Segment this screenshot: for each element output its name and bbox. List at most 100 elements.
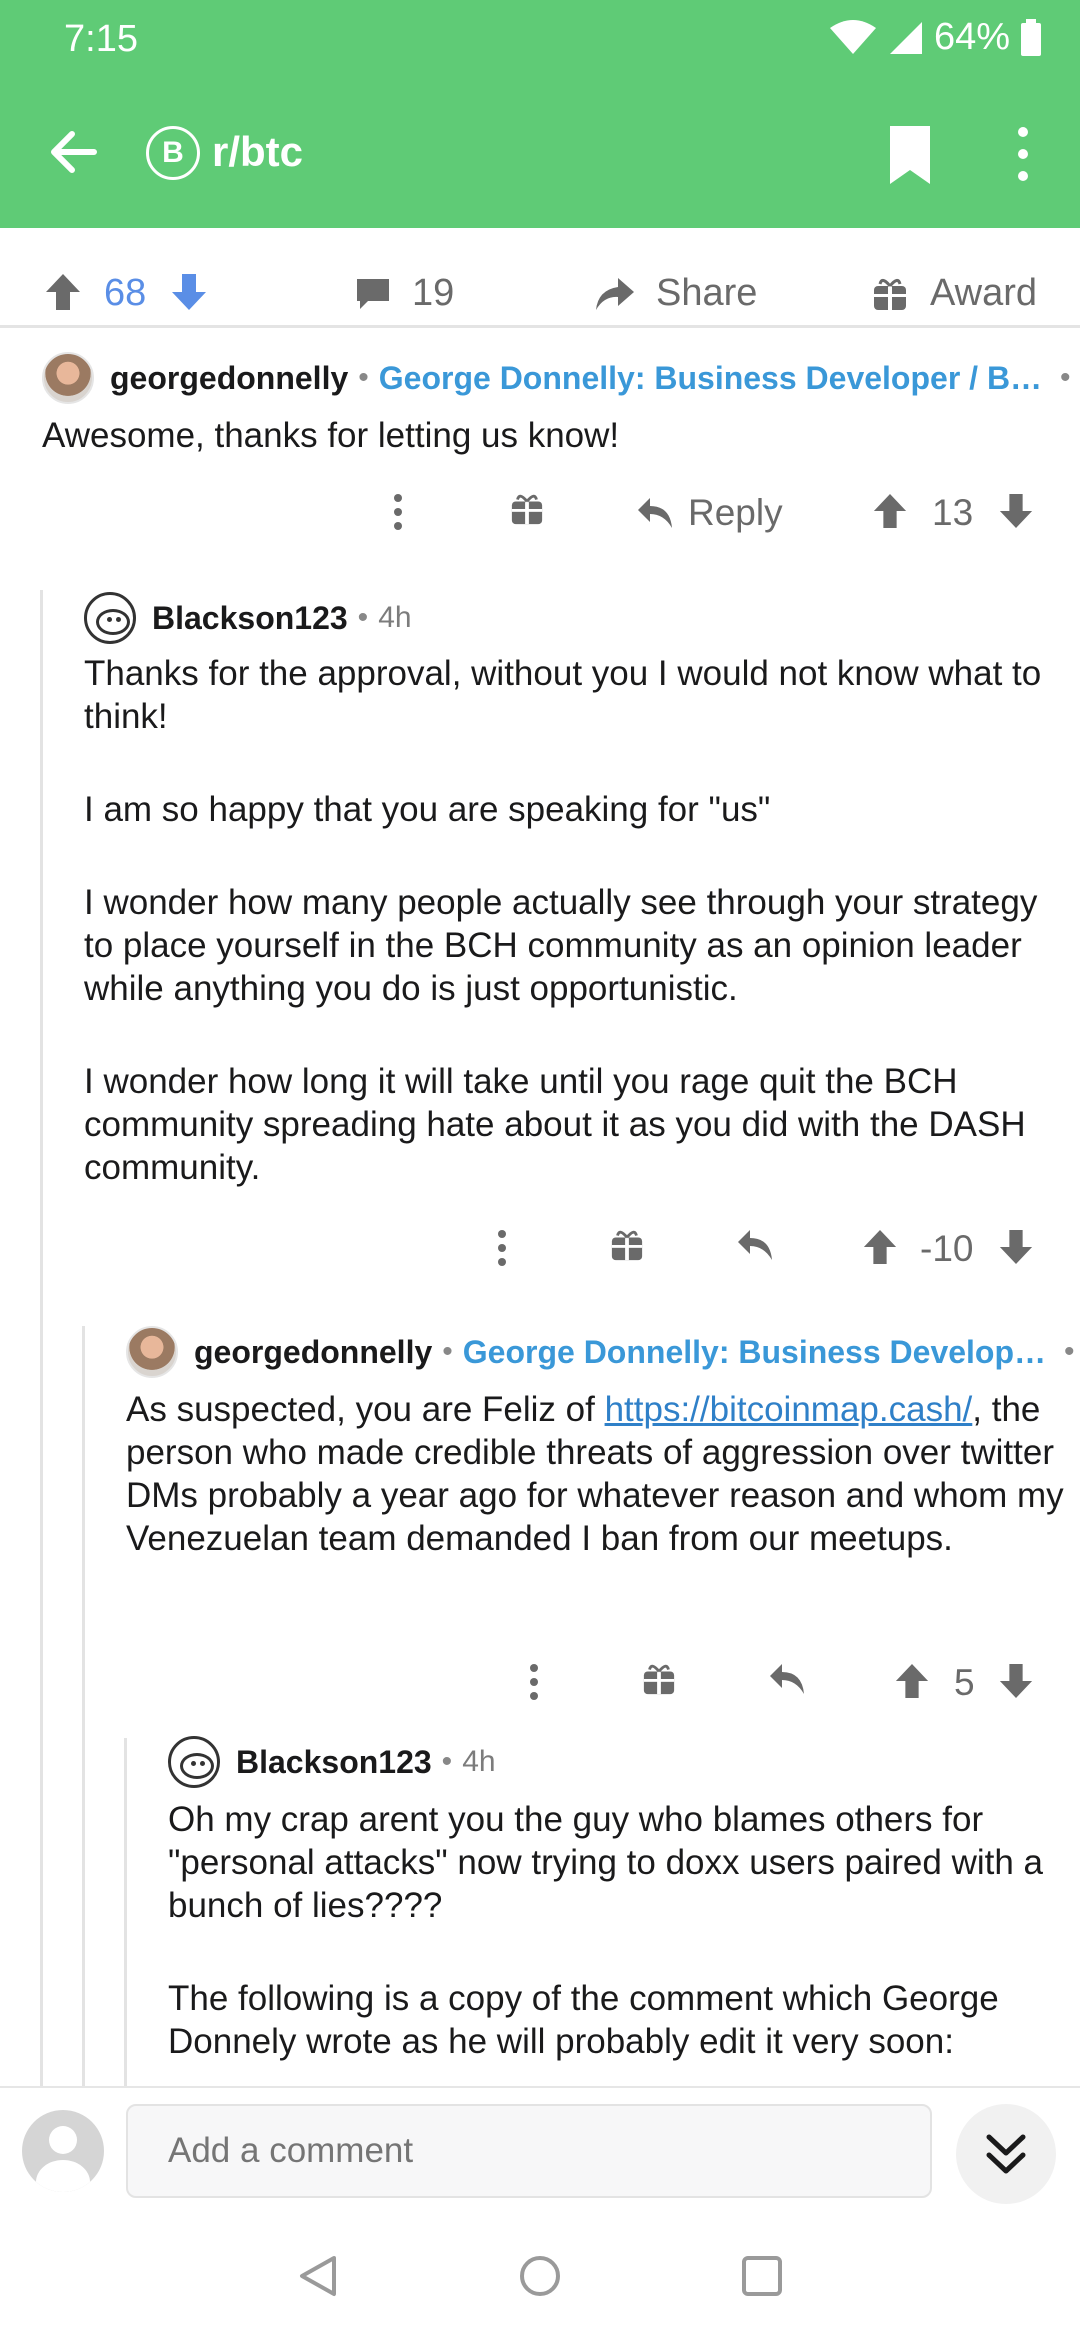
bookmark-icon[interactable] (886, 124, 934, 186)
reply-button[interactable]: Reply (636, 492, 783, 534)
comment-body: Oh my crap arent you the guy who blames … (168, 1798, 1068, 2086)
comment-paragraph: Thanks for the approval, without you I w… (84, 654, 1042, 736)
comment-author[interactable]: georgedonnelly (194, 1334, 432, 1371)
double-chevron-down-icon (986, 2134, 1026, 2174)
comment-upvote-button[interactable] (894, 1662, 930, 1700)
downvote-arrow-icon (172, 274, 206, 310)
comment-award-button[interactable] (642, 1662, 676, 1696)
comment-downvote-button[interactable] (998, 492, 1034, 530)
upvote-arrow-icon (46, 274, 80, 310)
post-score: 68 (104, 272, 147, 314)
current-user-avatar[interactable] (22, 2110, 104, 2192)
subreddit-name[interactable]: r/btc (212, 128, 303, 176)
comment-paragraph: Awesome, thanks for letting us know! (42, 416, 620, 455)
reply-arrow-icon (770, 1664, 804, 1694)
collapse-thread-button[interactable] (956, 2104, 1056, 2204)
downvote-button[interactable] (170, 272, 208, 312)
reply-button[interactable] (768, 1662, 806, 1696)
comment-actions: 5 (0, 1662, 1080, 1718)
comment: Blackson123 • 4h Oh my crap arent you th… (0, 1736, 1080, 2086)
award-label: Award (930, 272, 1038, 314)
more-options-icon (498, 1230, 506, 1266)
subreddit-icon[interactable]: B (146, 126, 200, 180)
downvote-arrow-icon (999, 1663, 1033, 1699)
comment-body: As suspected, you are Feliz of https://b… (126, 1388, 1066, 1610)
gift-icon (643, 1664, 675, 1695)
comment-paragraph: Oh my crap arent you the guy who blames … (168, 1800, 1043, 1925)
battery-percent: 64% (933, 16, 1010, 58)
separator-dot: • (1064, 1335, 1075, 1368)
avatar[interactable] (42, 352, 94, 404)
comment-actions: -10 (0, 1228, 1080, 1284)
comment-paragraph: I wonder how long it will take until you… (84, 1062, 1026, 1187)
comment-more-button[interactable] (528, 1662, 540, 1702)
user-flair: George Donnelly: Business Develop… (462, 1333, 1047, 1370)
share-button[interactable]: Share (594, 272, 757, 315)
comments-count: 19 (412, 272, 455, 314)
comment-downvote-button[interactable] (998, 1228, 1034, 1266)
share-arrow-icon (596, 277, 634, 310)
battery-icon (1021, 18, 1041, 56)
reply-arrow-icon (738, 1230, 772, 1260)
comment-author[interactable]: Blackson123 (152, 600, 348, 637)
comment-downvote-button[interactable] (998, 1662, 1034, 1700)
comment-body: Thanks for the approval, without you I w… (84, 652, 1064, 1239)
comment-score: 5 (954, 1662, 975, 1703)
comment-paragraph: The following is a copy of the comment w… (168, 1979, 999, 2061)
comment-upvote-button[interactable] (872, 492, 908, 530)
comment-more-button[interactable] (496, 1228, 508, 1268)
comment-header: georgedonnelly • George Donnelly: Busine… (42, 352, 1080, 404)
comment-age: 4h (462, 1745, 496, 1778)
comment-author[interactable]: georgedonnelly (110, 360, 348, 397)
share-label: Share (656, 272, 758, 314)
upvote-arrow-icon (873, 493, 907, 529)
separator-dot: • (441, 1745, 453, 1778)
avatar[interactable] (126, 1326, 178, 1378)
comment-score: -10 (920, 1228, 974, 1269)
nav-home-icon[interactable] (518, 2254, 562, 2298)
comment-author[interactable]: Blackson123 (236, 1744, 432, 1781)
wifi-icon (829, 19, 876, 54)
nav-recents-icon[interactable] (740, 2254, 784, 2298)
comment-link[interactable]: https://bitcoinmap.cash/ (605, 1390, 973, 1429)
upvote-button[interactable] (44, 272, 82, 312)
downvote-arrow-icon (999, 493, 1033, 529)
comment-more-button[interactable] (392, 492, 404, 532)
comment-bubble-icon (357, 278, 389, 309)
status-time: 7:15 (64, 18, 138, 60)
award-button[interactable]: Award (872, 272, 1037, 315)
reply-label: Reply (688, 492, 783, 533)
gift-icon (874, 278, 906, 310)
comment-upvote-button[interactable] (862, 1228, 898, 1266)
cell-signal-icon (889, 21, 922, 54)
comment-text: As suspected, you are Feliz of (126, 1390, 605, 1429)
separator-dot: • (1060, 361, 1071, 394)
comments-count-button[interactable]: 19 (354, 272, 454, 315)
more-options-icon (394, 494, 402, 530)
avatar[interactable] (168, 1736, 220, 1788)
add-comment-input[interactable] (126, 2104, 932, 2198)
avatar[interactable] (84, 592, 136, 644)
more-options-icon (530, 1664, 538, 1700)
nav-back-icon[interactable] (296, 2254, 340, 2298)
reply-arrow-icon (638, 498, 672, 528)
comment-header: georgedonnelly • George Donnelly: Busine… (126, 1326, 1080, 1378)
comment-actions: Reply 13 (0, 492, 1080, 548)
comment-composer (0, 2086, 1080, 2212)
gift-icon (611, 1230, 643, 1261)
reply-button[interactable] (736, 1228, 774, 1262)
comment-paragraph: I wonder how many people actually see th… (84, 883, 1038, 1008)
back-arrow-icon[interactable] (44, 122, 104, 182)
separator-dot: • (442, 1335, 453, 1368)
comment-age: 4h (378, 601, 412, 634)
app-bar: 7:15 64% B r/btc (0, 0, 1080, 228)
user-flair: George Donnelly: Business Developer / B… (378, 359, 1043, 396)
more-options-icon[interactable] (1008, 124, 1038, 184)
comment-header: Blackson123 • 4h (168, 1736, 496, 1788)
post-action-bar: 68 19 Share Award (0, 262, 1080, 328)
comment-award-button[interactable] (610, 1228, 644, 1262)
comment-paragraph: As suspected, you are Feliz of https://b… (126, 1388, 1066, 1560)
status-icons: 64% (828, 16, 1042, 59)
upvote-arrow-icon (863, 1229, 897, 1265)
comment-award-button[interactable] (510, 492, 544, 526)
